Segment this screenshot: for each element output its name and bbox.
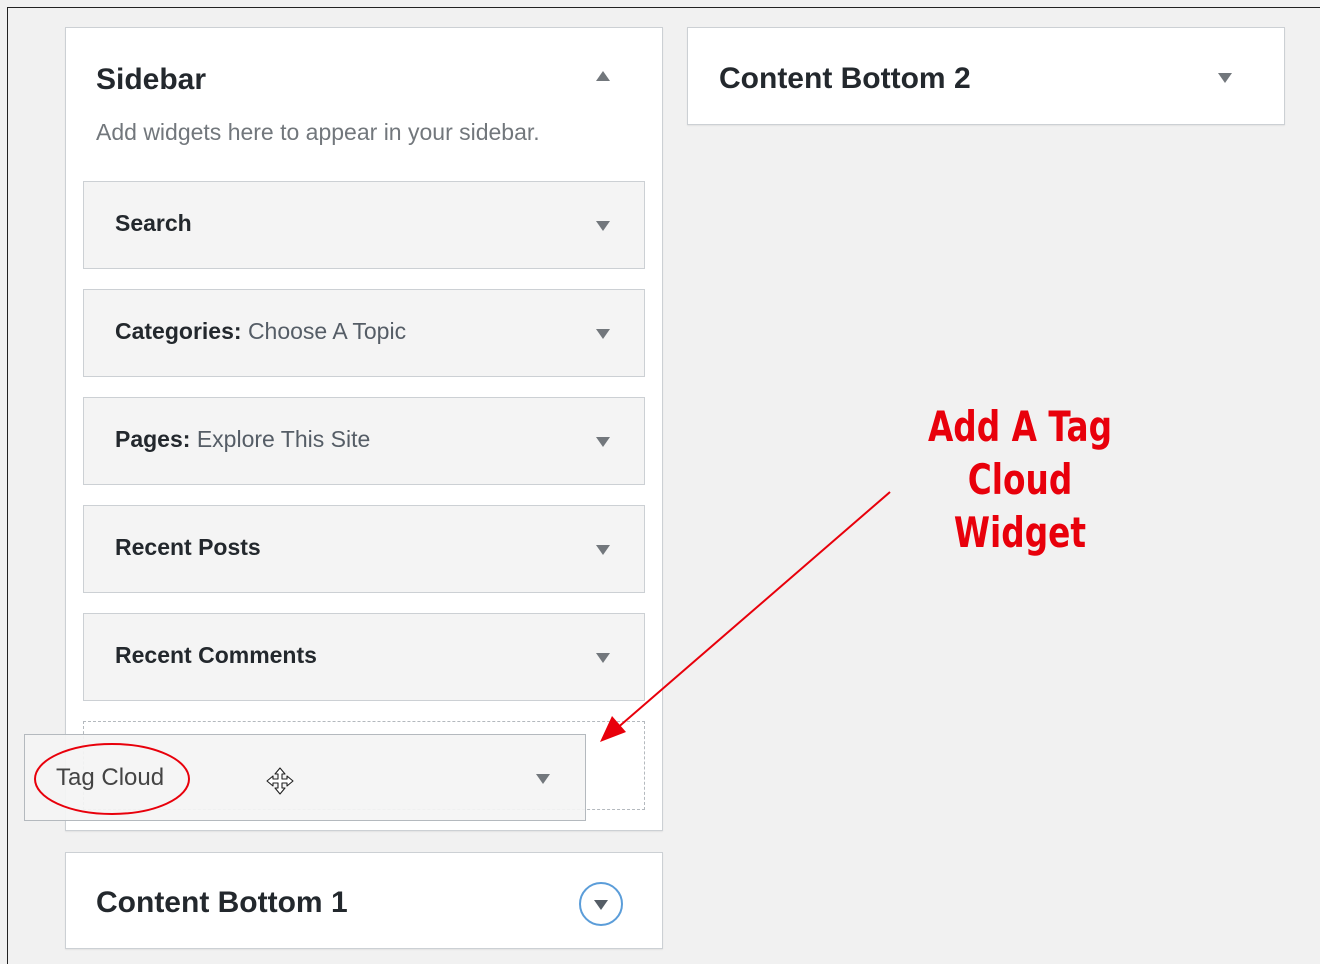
widget-recent-comments[interactable]: Recent Comments: [83, 613, 645, 701]
widget-label: Categories:: [115, 318, 242, 344]
widget-recent-posts[interactable]: Recent Posts: [83, 505, 645, 593]
widget-title: Recent Comments: [115, 642, 317, 669]
arrow-down-icon[interactable]: [596, 545, 610, 555]
arrow-down-icon[interactable]: [1218, 73, 1232, 83]
widget-title: Categories: Choose A Topic: [115, 318, 406, 345]
content-bottom-1-title: Content Bottom 1: [96, 886, 348, 919]
widget-label: Recent Comments: [115, 642, 317, 668]
arrow-down-icon[interactable]: [596, 437, 610, 447]
dragged-widget-tag-cloud[interactable]: Tag Cloud: [24, 734, 586, 821]
widget-subtitle: Choose A Topic: [247, 318, 407, 344]
dragged-widget-label: Tag Cloud: [56, 764, 165, 791]
widget-title: Search: [115, 210, 192, 237]
widget-label: Pages:: [115, 426, 191, 452]
arrow-down-icon: [594, 900, 608, 910]
arrow-down-icon[interactable]: [536, 774, 550, 784]
expand-toggle-button[interactable]: [579, 882, 623, 926]
widget-label: Search: [115, 210, 192, 236]
widget-categories[interactable]: Categories: Choose A Topic: [83, 289, 645, 377]
content-bottom-2-area[interactable]: Content Bottom 2: [687, 27, 1285, 125]
widget-pages[interactable]: Pages: Explore This Site: [83, 397, 645, 485]
content-bottom-1-area[interactable]: Content Bottom 1: [65, 852, 663, 949]
arrow-down-icon[interactable]: [596, 653, 610, 663]
arrow-down-icon[interactable]: [596, 221, 610, 231]
widget-search[interactable]: Search: [83, 181, 645, 269]
arrow-down-icon[interactable]: [596, 329, 610, 339]
widget-title: Pages: Explore This Site: [115, 426, 370, 453]
widget-label: Recent Posts: [115, 534, 261, 560]
sidebar-title[interactable]: Sidebar: [96, 63, 206, 97]
sidebar-description: Add widgets here to appear in your sideb…: [96, 119, 540, 145]
move-cursor-icon: [266, 767, 294, 795]
annotation-line-2: Cloud Widget: [953, 455, 1087, 557]
annotation-callout: Add A Tag Cloud Widget: [911, 400, 1129, 559]
sidebar-widget-area: Sidebar Add widgets here to appear in yo…: [65, 27, 663, 831]
annotation-line-1: Add A Tag: [927, 402, 1113, 451]
content-bottom-2-title: Content Bottom 2: [719, 62, 971, 95]
collapse-arrow-up-icon[interactable]: [596, 71, 610, 81]
widget-title: Recent Posts: [115, 534, 261, 561]
widget-subtitle: Explore This Site: [196, 426, 371, 452]
